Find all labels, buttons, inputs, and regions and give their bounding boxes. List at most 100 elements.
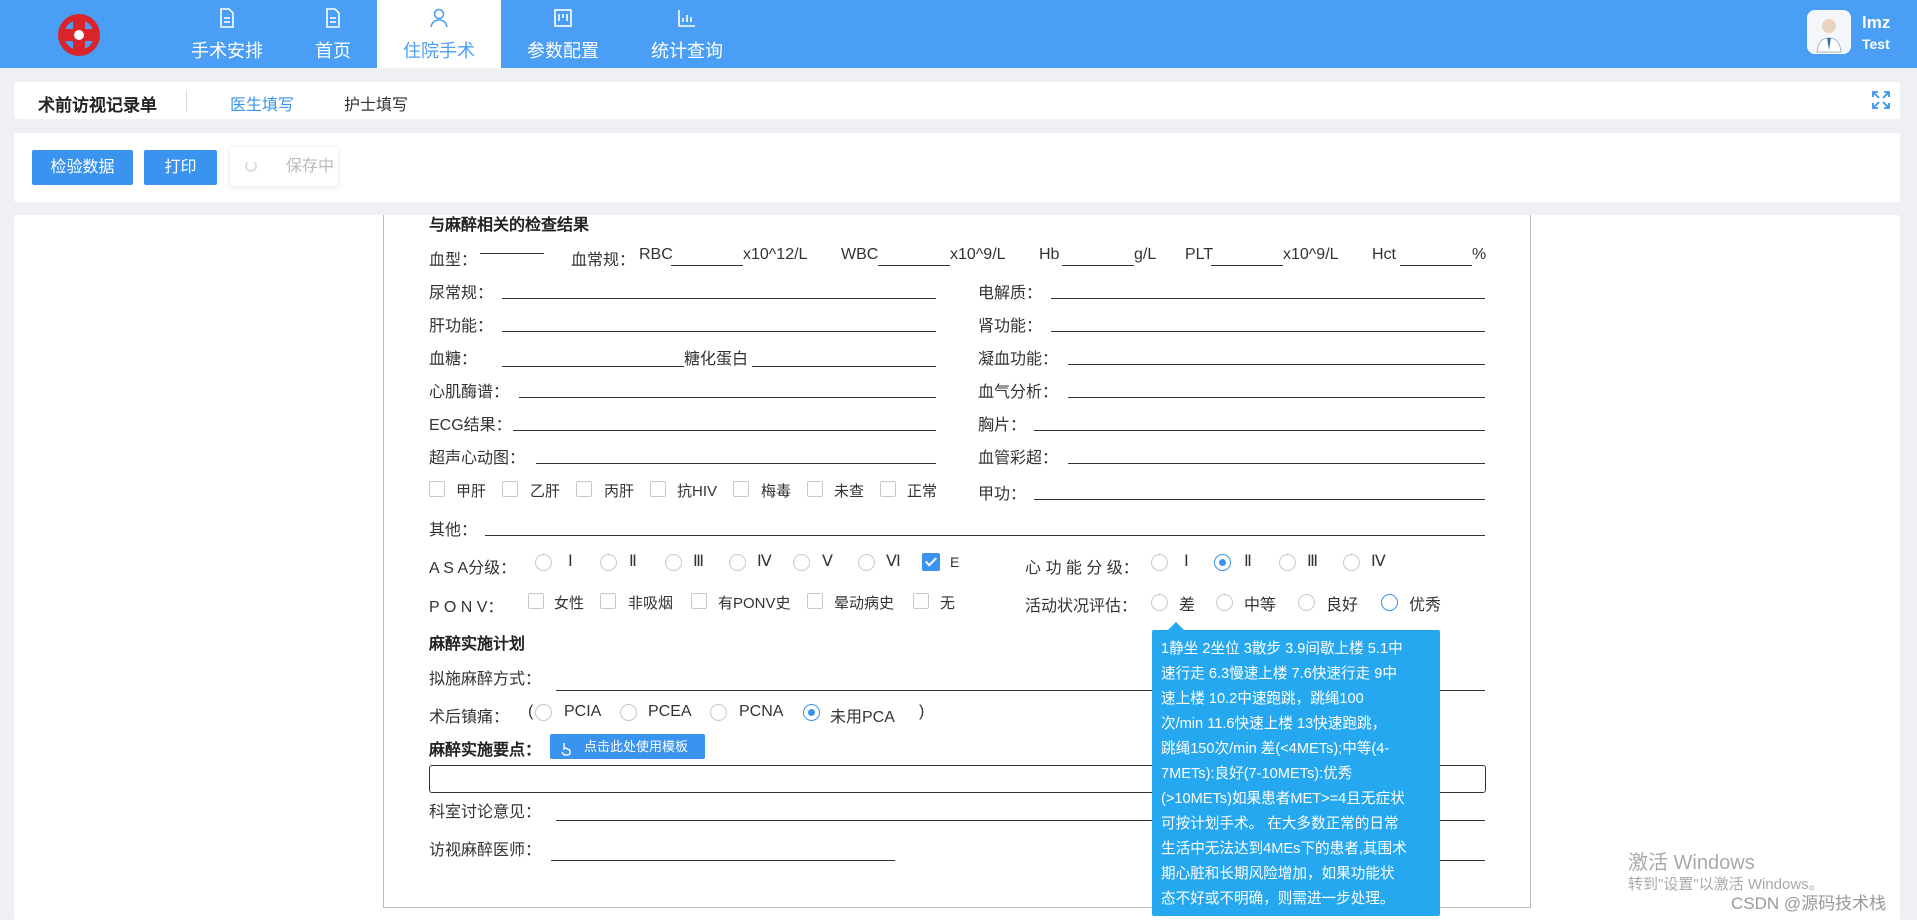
radio-pcea[interactable] bbox=[620, 704, 637, 721]
checkbox-label: 抗HIV bbox=[677, 483, 718, 500]
radio-asa-4[interactable] bbox=[729, 554, 746, 571]
plt-label: PLT bbox=[1185, 246, 1214, 263]
radio-pcna[interactable] bbox=[710, 704, 727, 721]
checkbox-label: 甲肝 bbox=[456, 483, 487, 500]
blood-routine-label: 血常规： bbox=[571, 252, 636, 269]
tab-doctor[interactable]: 医生填写 bbox=[230, 91, 294, 115]
hct-label: Hct bbox=[1372, 246, 1396, 263]
checkbox-hepatitis-a[interactable] bbox=[429, 481, 445, 497]
glucose-field[interactable] bbox=[502, 366, 684, 367]
checkbox-normal[interactable] bbox=[880, 481, 896, 497]
avatar[interactable] bbox=[1807, 10, 1851, 54]
chest-label: 胸片： bbox=[978, 417, 1027, 434]
blood-type-field[interactable] bbox=[480, 253, 544, 254]
radio-asa-2[interactable] bbox=[600, 554, 617, 571]
checkbox-motion-sickness[interactable] bbox=[807, 593, 823, 609]
echo-field[interactable] bbox=[536, 463, 936, 464]
checkbox-asa-emergency[interactable] bbox=[922, 553, 940, 571]
use-template-button[interactable]: 点击此处使用模板 bbox=[550, 734, 705, 759]
radio-activity-moderate[interactable] bbox=[1216, 594, 1233, 611]
checkbox-ponv-history[interactable] bbox=[691, 593, 707, 609]
radio-label: Ⅲ bbox=[1307, 553, 1319, 570]
rbc-field[interactable] bbox=[671, 265, 743, 266]
hba1c-field[interactable] bbox=[752, 366, 936, 367]
rbc-unit: x10^12/L bbox=[743, 246, 808, 263]
kidney-field[interactable] bbox=[1051, 331, 1485, 332]
plt-field[interactable] bbox=[1211, 265, 1283, 266]
print-button[interactable]: 打印 bbox=[144, 150, 217, 185]
radio-label: 差 bbox=[1179, 597, 1196, 614]
checkbox-label: 有PONV史 bbox=[718, 595, 791, 612]
wbc-field[interactable] bbox=[878, 265, 950, 266]
nav-inpatient-surgery[interactable]: 住院手术 bbox=[377, 0, 501, 68]
tooltip-line: 7METs):良好(7-10METs):优秀 bbox=[1161, 766, 1353, 782]
hba1c-label: 糖化蛋白 bbox=[684, 351, 749, 368]
method-label: 拟施麻醉方式： bbox=[429, 671, 542, 688]
radio-asa-5[interactable] bbox=[793, 554, 810, 571]
radio-asa-1[interactable] bbox=[535, 554, 552, 571]
checkbox-hepatitis-c[interactable] bbox=[576, 481, 592, 497]
paren-open: ( bbox=[528, 703, 534, 720]
checkbox-none[interactable] bbox=[913, 593, 929, 609]
doctor-field[interactable] bbox=[551, 860, 895, 861]
check-data-button[interactable]: 检验数据 bbox=[32, 150, 133, 185]
glucose-label: 血糖： bbox=[429, 351, 478, 368]
checkbox-female[interactable] bbox=[528, 593, 544, 609]
radio-asa-3[interactable] bbox=[665, 554, 682, 571]
electrolyte-field[interactable] bbox=[1051, 298, 1485, 299]
other-field[interactable] bbox=[485, 535, 1485, 536]
thyroid-field[interactable] bbox=[1034, 499, 1485, 500]
blood-type-label: 血型： bbox=[429, 252, 478, 269]
date-field[interactable] bbox=[1440, 860, 1485, 861]
tab-nurse[interactable]: 护士填写 bbox=[344, 91, 408, 115]
ecg-field[interactable] bbox=[513, 430, 936, 431]
radio-cardiac-1[interactable] bbox=[1151, 554, 1168, 571]
vascular-field[interactable] bbox=[1068, 463, 1485, 464]
discussion-label: 科室讨论意见： bbox=[429, 804, 542, 821]
hb-field[interactable] bbox=[1062, 265, 1134, 266]
fullscreen-icon[interactable] bbox=[1869, 88, 1893, 112]
radio-label: Ⅵ bbox=[886, 553, 901, 570]
myocard-field[interactable] bbox=[519, 397, 936, 398]
checkbox-hiv[interactable] bbox=[650, 481, 666, 497]
radio-cardiac-2[interactable] bbox=[1214, 554, 1231, 571]
activity-tooltip: 1静坐 2坐位 3散步 3.9间歇上楼 5.1中 速行走 6.3慢速上楼 7.6… bbox=[1152, 622, 1440, 916]
ponv-label: P O N V： bbox=[429, 599, 504, 616]
radio-label: PCNA bbox=[739, 703, 784, 720]
liver-field[interactable] bbox=[502, 331, 936, 332]
bloodgas-field[interactable] bbox=[1068, 397, 1485, 398]
section-title-plan: 麻醉实施计划 bbox=[429, 636, 526, 653]
radio-cardiac-4[interactable] bbox=[1343, 554, 1360, 571]
tooltip-line: 态不好或不明确，则需进一步处理。 bbox=[1161, 891, 1395, 907]
checkbox-not-checked[interactable] bbox=[807, 481, 823, 497]
checkbox-non-smoker[interactable] bbox=[600, 593, 616, 609]
document-icon bbox=[321, 6, 345, 30]
asa-label: A S A分级： bbox=[429, 560, 517, 577]
hb-unit: g/L bbox=[1134, 246, 1157, 263]
tooltip-line: 速上楼 10.2中速跑跳，跳绳100 bbox=[1161, 691, 1364, 707]
radio-pcia[interactable] bbox=[535, 704, 552, 721]
checkbox-label: 未查 bbox=[834, 483, 865, 500]
coag-label: 凝血功能： bbox=[978, 351, 1059, 368]
checkbox-syphilis[interactable] bbox=[733, 481, 749, 497]
top-nav-bar: 手术安排 首页 住院手术 参数配置 统计查询 lmz Test bbox=[0, 0, 1917, 68]
radio-activity-poor[interactable] bbox=[1151, 594, 1168, 611]
checkbox-hepatitis-b[interactable] bbox=[502, 481, 518, 497]
radio-cardiac-3[interactable] bbox=[1279, 554, 1296, 571]
kidney-label: 肾功能： bbox=[978, 318, 1043, 335]
radio-activity-good[interactable] bbox=[1298, 594, 1315, 611]
radio-no-pca[interactable] bbox=[803, 704, 820, 721]
chest-field[interactable] bbox=[1034, 430, 1485, 431]
section-title-exam: 与麻醉相关的检查结果 bbox=[429, 217, 590, 234]
nav-statistics[interactable]: 统计查询 bbox=[625, 0, 749, 68]
hct-field[interactable] bbox=[1400, 265, 1472, 266]
ecg-label: ECG结果： bbox=[429, 417, 512, 434]
cardiac-label: 心 功 能 分 级： bbox=[1025, 560, 1139, 577]
doctor-label: 访视麻醉医师： bbox=[429, 842, 542, 859]
user-name[interactable]: lmz bbox=[1862, 13, 1890, 33]
coag-field[interactable] bbox=[1068, 364, 1485, 365]
urine-field[interactable] bbox=[502, 298, 936, 299]
radio-asa-6[interactable] bbox=[858, 554, 875, 571]
nav-param-config[interactable]: 参数配置 bbox=[501, 0, 625, 68]
radio-activity-excellent[interactable] bbox=[1381, 594, 1398, 611]
